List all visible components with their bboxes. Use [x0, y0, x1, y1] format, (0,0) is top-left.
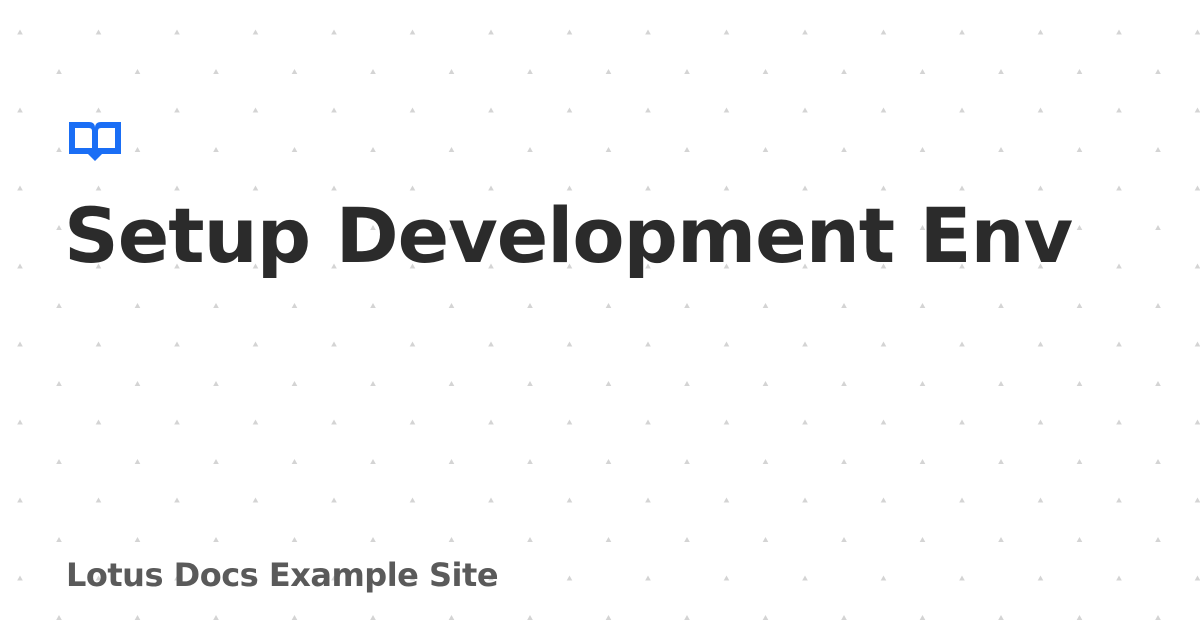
dot-grid-pattern [0, 0, 1200, 630]
site-name: Lotus Docs Example Site [66, 556, 499, 594]
book-open-icon [69, 122, 121, 161]
social-preview-card: Setup Development Env Lotus Docs Example… [0, 0, 1200, 630]
page-title: Setup Development Env [64, 191, 1073, 280]
